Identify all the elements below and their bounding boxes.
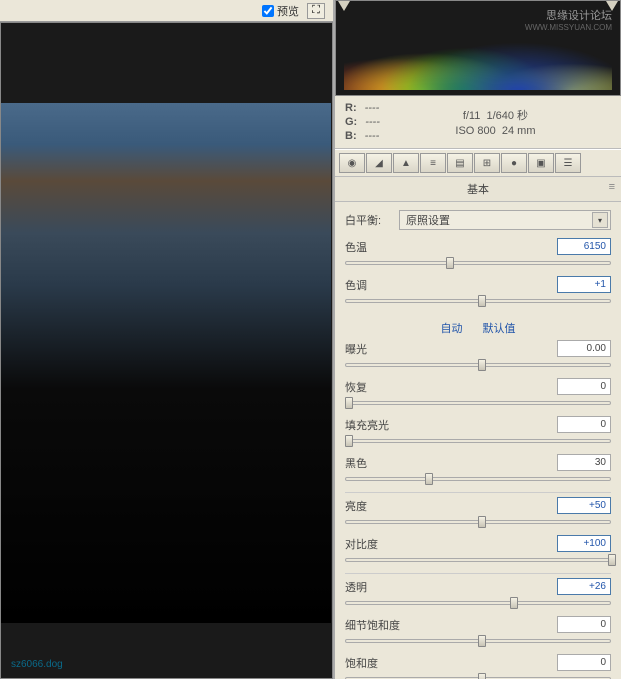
black-row: 黑色 bbox=[345, 454, 611, 486]
clarity-row: 透明 bbox=[345, 578, 611, 610]
vibrance-value[interactable] bbox=[557, 616, 611, 633]
temp-value[interactable] bbox=[557, 238, 611, 255]
recovery-row: 恢复 bbox=[345, 378, 611, 410]
vibrance-row: 细节饱和度 bbox=[345, 616, 611, 648]
watermark: 思缘设计论坛 WWW.MISSYUAN.COM bbox=[525, 7, 612, 32]
fullscreen-icon[interactable]: ⛶ bbox=[307, 3, 325, 19]
contrast-value[interactable] bbox=[557, 535, 611, 552]
wb-label: 白平衡: bbox=[345, 212, 393, 228]
default-link[interactable]: 默认值 bbox=[483, 320, 516, 336]
black-value[interactable] bbox=[557, 454, 611, 471]
preview-toolbar: 预览 ⛶ bbox=[0, 0, 333, 22]
photo-preview bbox=[1, 103, 331, 623]
tool-camera-icon[interactable]: ▣ bbox=[528, 153, 554, 173]
auto-link[interactable]: 自动 bbox=[441, 320, 463, 336]
tool-split-icon[interactable]: ▤ bbox=[447, 153, 473, 173]
chevron-down-icon[interactable]: ▾ bbox=[592, 212, 608, 228]
exposure-value[interactable] bbox=[557, 340, 611, 357]
tone-links: 自动 默认值 bbox=[345, 314, 611, 340]
panel-title: 基本 ≡ bbox=[335, 177, 621, 202]
preview-label: 预览 bbox=[277, 3, 299, 19]
saturation-slider[interactable] bbox=[345, 672, 611, 679]
tint-row: 色调 bbox=[345, 276, 611, 308]
shadow-clip-icon[interactable] bbox=[338, 1, 350, 11]
exposure-row: 曝光 bbox=[345, 340, 611, 372]
meta-readout: R:---- G:---- B:---- f/11 1/640 秒 ISO 80… bbox=[335, 96, 621, 149]
brightness-row: 亮度 bbox=[345, 497, 611, 529]
brightness-slider[interactable] bbox=[345, 515, 611, 529]
temp-slider[interactable] bbox=[345, 256, 611, 270]
exif-readout: f/11 1/640 秒 ISO 800 24 mm bbox=[380, 102, 611, 142]
saturation-value[interactable] bbox=[557, 654, 611, 671]
tool-preset-icon[interactable]: ☰ bbox=[555, 153, 581, 173]
brightness-value[interactable] bbox=[557, 497, 611, 514]
preview-checkbox[interactable] bbox=[262, 5, 274, 17]
fill-value[interactable] bbox=[557, 416, 611, 433]
tool-grayscale-icon[interactable]: ≡ bbox=[420, 153, 446, 173]
tool-lens-icon[interactable]: ◉ bbox=[339, 153, 365, 173]
black-slider[interactable] bbox=[345, 472, 611, 486]
fill-row: 填充亮光 bbox=[345, 416, 611, 448]
tool-curve-icon[interactable]: ◢ bbox=[366, 153, 392, 173]
recovery-slider[interactable] bbox=[345, 396, 611, 410]
tint-value[interactable] bbox=[557, 276, 611, 293]
exposure-slider[interactable] bbox=[345, 358, 611, 372]
wb-select[interactable]: 原照设置 ▾ bbox=[399, 210, 611, 230]
contrast-row: 对比度 bbox=[345, 535, 611, 567]
tool-toolbar: ◉ ◢ ▲ ≡ ▤ ⊞ ● ▣ ☰ bbox=[335, 149, 621, 177]
preview-checkbox-wrap[interactable]: 预览 bbox=[262, 3, 299, 19]
tool-fx-icon[interactable]: ● bbox=[501, 153, 527, 173]
contrast-slider[interactable] bbox=[345, 553, 611, 567]
recovery-value[interactable] bbox=[557, 378, 611, 395]
preview-pane: 预览 ⛶ sz6066.dog bbox=[0, 0, 333, 679]
filename-label: sz6066.dog bbox=[11, 659, 63, 670]
panel-body: 白平衡: 原照设置 ▾ 色温 色调 自动 默认值 曝光 恢复 填充亮光 bbox=[335, 202, 621, 679]
histogram[interactable]: 思缘设计论坛 WWW.MISSYUAN.COM bbox=[335, 0, 621, 96]
preview-viewport[interactable]: sz6066.dog bbox=[0, 22, 333, 679]
fill-slider[interactable] bbox=[345, 434, 611, 448]
tint-slider[interactable] bbox=[345, 294, 611, 308]
rgb-readout: R:---- G:---- B:---- bbox=[345, 102, 380, 142]
tool-lens2-icon[interactable]: ⊞ bbox=[474, 153, 500, 173]
wb-row: 白平衡: 原照设置 ▾ bbox=[345, 210, 611, 230]
temp-row: 色温 bbox=[345, 238, 611, 270]
panel-menu-icon[interactable]: ≡ bbox=[609, 181, 615, 193]
saturation-row: 饱和度 bbox=[345, 654, 611, 679]
adjust-panel: 思缘设计论坛 WWW.MISSYUAN.COM R:---- G:---- B:… bbox=[333, 0, 621, 679]
clarity-value[interactable] bbox=[557, 578, 611, 595]
clarity-slider[interactable] bbox=[345, 596, 611, 610]
tool-detail-icon[interactable]: ▲ bbox=[393, 153, 419, 173]
vibrance-slider[interactable] bbox=[345, 634, 611, 648]
